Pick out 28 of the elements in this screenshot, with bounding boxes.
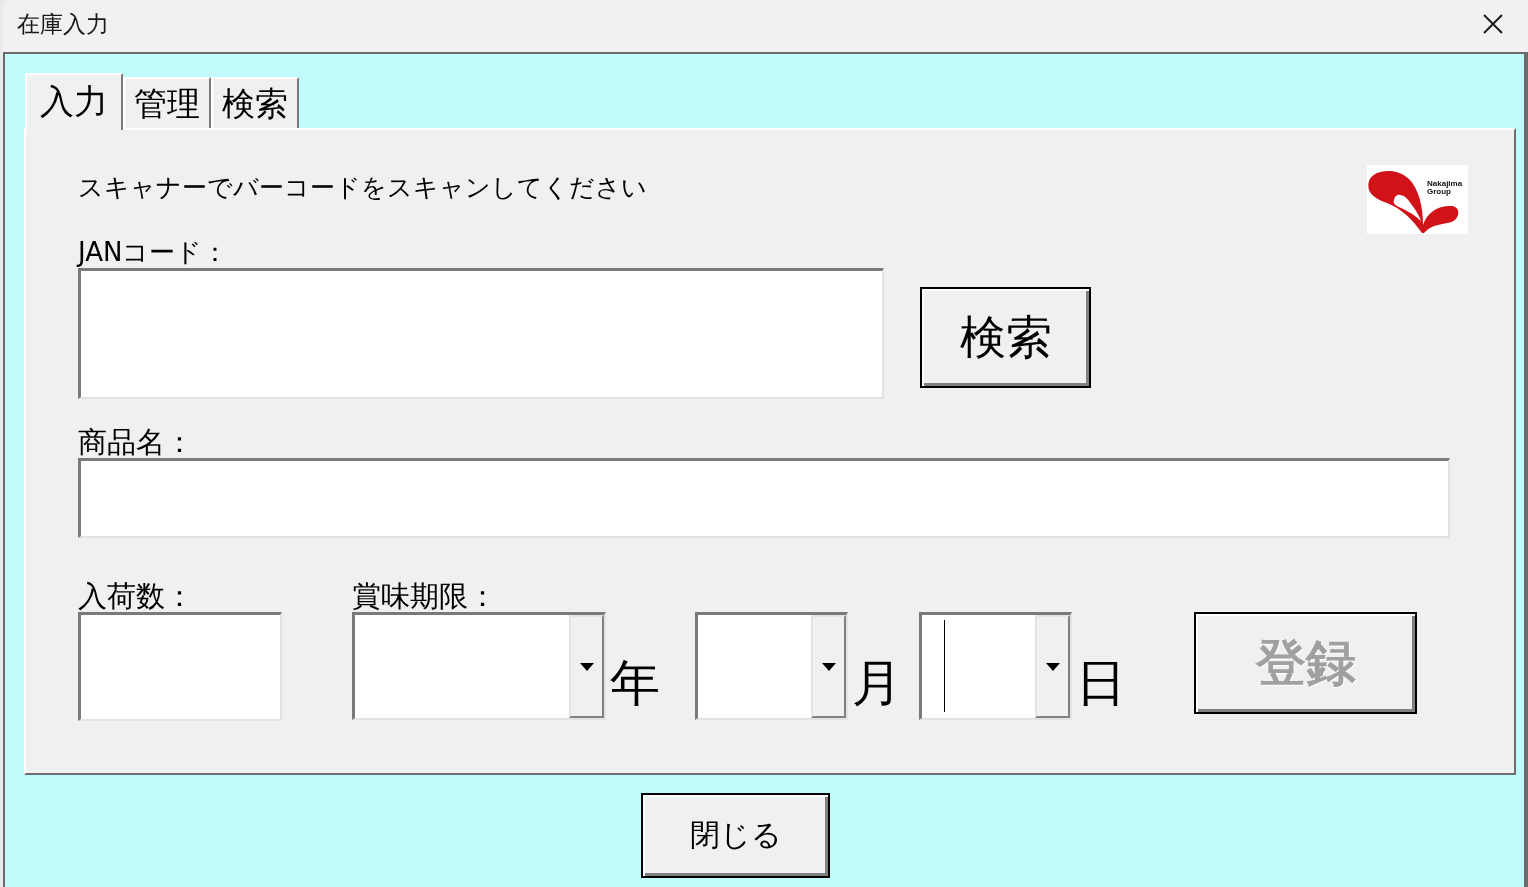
- instruction-text: スキャナーでバーコードをスキャンしてください: [78, 172, 647, 204]
- dropdown-field[interactable]: [919, 612, 1072, 720]
- caret-icon: [579, 662, 594, 671]
- search-button[interactable]: 検索: [920, 287, 1091, 388]
- input-field[interactable]: [78, 458, 1450, 538]
- dropdown-button[interactable]: [1035, 615, 1070, 718]
- field-label: 入荷数：: [78, 581, 194, 612]
- window-title: 在庫入力: [17, 10, 109, 38]
- unit-label: 日: [1076, 657, 1126, 709]
- caret-icon: [821, 662, 836, 671]
- tab[interactable]: 検索: [211, 77, 299, 128]
- input-field[interactable]: [78, 612, 282, 721]
- tab[interactable]: 管理: [123, 77, 211, 128]
- tab[interactable]: 入力: [25, 73, 123, 130]
- unit-label: 月: [852, 657, 902, 709]
- close-icon[interactable]: [1483, 14, 1503, 34]
- unit-label: 年: [610, 657, 660, 709]
- field-label: JANコード：: [78, 237, 229, 268]
- field-label: 賞味期限：: [352, 581, 497, 612]
- caret-icon: [1045, 662, 1060, 671]
- dropdown-button[interactable]: [569, 615, 604, 718]
- field-label: 商品名：: [78, 427, 194, 458]
- dropdown-button[interactable]: [811, 615, 846, 718]
- close-button[interactable]: 閉じる: [641, 793, 830, 878]
- dropdown-field[interactable]: [352, 612, 606, 720]
- dropdown-field[interactable]: [695, 612, 848, 720]
- logo-text: Nakajima Group: [1427, 180, 1464, 196]
- input-field[interactable]: [78, 268, 884, 399]
